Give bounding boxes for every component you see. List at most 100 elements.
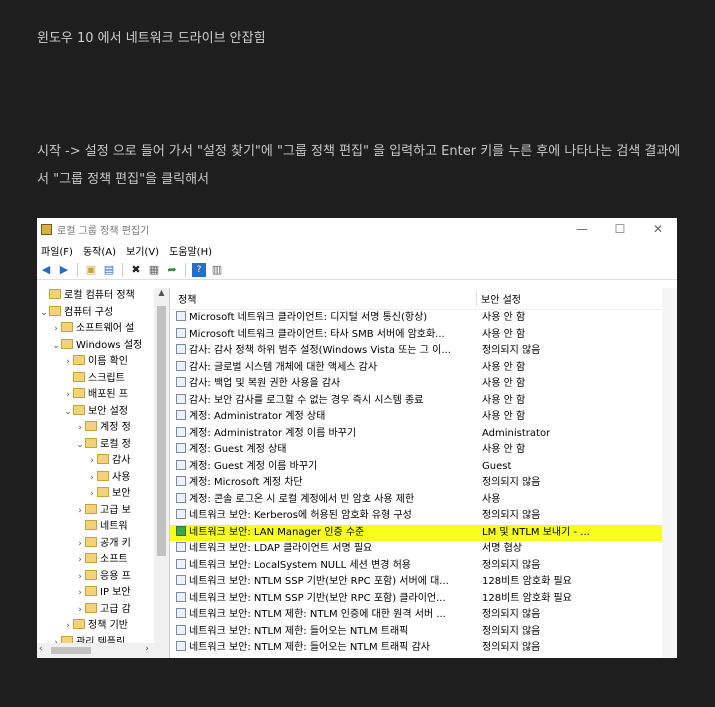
scroll-up-icon[interactable]: ▲ — [154, 288, 169, 302]
tree-horizontal-scrollbar[interactable]: ‹ › — [37, 643, 169, 658]
tree-item[interactable]: › 소프트웨어 설 — [37, 321, 169, 338]
policy-row[interactable]: 네트워크 보안: LDAP 클라이언트 서명 필요 서명 협상 — [170, 541, 677, 558]
tree-item[interactable]: 네트워 — [37, 519, 169, 536]
security-setting-value: 사용 — [482, 493, 501, 505]
tree-vertical-scrollbar[interactable]: ▲ — [154, 288, 169, 643]
policy-name: 감사: 감사 정책 하위 범주 설정(Windows Vista 또는 그 이.… — [189, 345, 451, 356]
close-button[interactable]: ✕ — [639, 222, 677, 236]
policy-row[interactable]: 계정: Administrator 계정 상태 사용 안 함 — [170, 409, 677, 426]
security-setting-value: Guest — [482, 460, 512, 472]
menu-help[interactable]: 도움말(H) — [169, 243, 212, 258]
policy-icon — [176, 327, 186, 338]
tree-item[interactable]: ⌄ Windows 설정 — [37, 338, 169, 355]
menu-view[interactable]: 보기(V) — [126, 243, 159, 258]
policy-row[interactable]: 계정: Microsoft 계정 차단 정의되지 않음 — [170, 475, 677, 492]
policy-row[interactable]: 감사: 글로벌 시스템 개체에 대한 액세스 감사 사용 안 함 — [170, 360, 677, 377]
policy-row[interactable]: 계정: Guest 계정 상태 사용 안 함 — [170, 442, 677, 459]
list-vertical-scrollbar[interactable] — [662, 288, 677, 658]
export-icon[interactable]: ➦ — [165, 263, 179, 277]
tree-item[interactable]: › 이름 확인 — [37, 354, 169, 371]
policy-row[interactable]: 네트워크 보안: NTLM SSP 기반(보안 RPC 포함) 서버에 대...… — [170, 574, 677, 591]
tree-item[interactable]: › 공개 키 — [37, 536, 169, 553]
tree-scroll-thumb[interactable] — [157, 306, 166, 556]
tree-expander-icon[interactable]: › — [75, 585, 85, 602]
tree-item[interactable]: › 감사 — [37, 453, 169, 470]
column-header-policy[interactable]: ^ 정책 — [170, 291, 476, 306]
policy-row[interactable]: 네트워크 보안: NTLM 제한: 들어오는 NTLM 트래픽 감사 정의되지 않… — [170, 640, 677, 657]
policy-row[interactable]: 감사: 백업 및 복원 권한 사용을 감사 사용 안 함 — [170, 376, 677, 393]
tree-expander-icon[interactable]: › — [75, 602, 85, 619]
folder-icon — [49, 305, 61, 316]
tree-item[interactable]: › 소프트 — [37, 552, 169, 569]
minimize-button[interactable]: — — [563, 222, 601, 236]
tree-item[interactable]: › IP 보안 — [37, 585, 169, 602]
tree-expander-icon[interactable]: › — [87, 486, 97, 503]
tree-expander-icon[interactable]: › — [75, 503, 85, 520]
menu-file[interactable]: 파일(F) — [41, 243, 73, 258]
tree-expander-icon[interactable]: ⌄ — [63, 404, 73, 421]
column-header-setting[interactable]: 보안 설정 — [476, 291, 521, 306]
properties-icon[interactable]: ▦ — [147, 263, 161, 277]
policy-row[interactable]: 계정: Guest 계정 이름 바꾸기 Guest — [170, 459, 677, 476]
tree-item[interactable]: › 고급 보 — [37, 503, 169, 520]
menu-action[interactable]: 동작(A) — [83, 243, 116, 258]
tree-item[interactable]: 스크립트 — [37, 371, 169, 388]
policy-row[interactable]: Microsoft 네트워크 클라이언트: 타사 SMB 서버에 암호화... 사… — [170, 327, 677, 344]
tree-expander-icon[interactable]: › — [51, 321, 61, 338]
tree-expander-icon[interactable]: ⌄ — [51, 338, 61, 355]
tree-expander-icon[interactable]: › — [63, 618, 73, 635]
scroll-right-icon[interactable]: › — [145, 644, 149, 654]
policy-row[interactable]: 네트워크 보안: NTLM SSP 기반(보안 RPC 포함) 클라이언... 1… — [170, 591, 677, 608]
tree-item[interactable]: › 사용 — [37, 470, 169, 487]
help-icon[interactable]: ? — [192, 262, 206, 277]
tree-expander-icon[interactable]: › — [75, 420, 85, 437]
folder-up-icon[interactable]: ▣ — [84, 263, 98, 277]
delete-icon[interactable]: ✖ — [129, 263, 143, 277]
tree-hscroll-thumb[interactable] — [51, 647, 91, 654]
tree-item[interactable]: 로컬 컴퓨터 정책 — [37, 288, 169, 305]
tree-item[interactable]: › 보안 — [37, 486, 169, 503]
tree-expander-icon[interactable]: ⌄ — [75, 437, 85, 454]
policy-row-highlighted[interactable]: 네트워크 보안: LAN Manager 인증 수준 LM 및 NTLM 보내기 … — [170, 524, 677, 541]
tree-item[interactable]: ⌄ 보안 설정 — [37, 404, 169, 421]
back-arrow-icon[interactable]: ◀ — [39, 263, 53, 277]
policy-icon — [176, 377, 186, 387]
policy-row[interactable]: 감사: 감사 정책 하위 범주 설정(Windows Vista 또는 그 이.… — [170, 343, 677, 360]
policy-row[interactable]: Microsoft 네트워크 클라이언트: 디지털 서명 통신(항상) 사용 안 … — [170, 310, 677, 327]
policy-row[interactable]: 네트워크 보안: LocalSystem NULL 세션 변경 허용 정의되지 않… — [170, 558, 677, 575]
tree-item[interactable]: › 정책 기반 — [37, 618, 169, 635]
tree-expander-icon[interactable]: › — [63, 387, 73, 404]
tree-item[interactable]: › 응용 프 — [37, 569, 169, 586]
policy-icon — [176, 360, 186, 371]
tree-expander-icon[interactable]: › — [87, 470, 97, 487]
tree-expander-icon[interactable]: ⌄ — [39, 305, 49, 322]
tree-item-label: IP 보안 — [100, 587, 131, 598]
tree-expander-icon[interactable]: › — [63, 354, 73, 371]
tree-item[interactable]: ⌄ 컴퓨터 구성 — [37, 305, 169, 322]
tree-expander-icon[interactable]: › — [75, 536, 85, 553]
tree-item[interactable]: › 계정 정 — [37, 420, 169, 437]
policy-name: 네트워크 보안: LocalSystem NULL 세션 변경 허용 — [189, 559, 411, 571]
policy-icon — [176, 443, 186, 453]
policy-row[interactable]: 네트워크 보안: NTLM 제한: 들어오는 NTLM 트래픽 정의되지 않음 — [170, 624, 677, 641]
security-setting-value: 정의되지 않음 — [482, 477, 541, 488]
tree-item[interactable]: › 배포된 프 — [37, 387, 169, 404]
tree-expander-icon[interactable]: › — [75, 569, 85, 586]
show-hide-tree-icon[interactable]: ▤ — [102, 263, 116, 277]
policy-row[interactable]: 네트워크 보안: Kerberos에 허용된 암호화 유형 구성 정의되지 않음 — [170, 508, 677, 525]
scroll-left-icon[interactable]: ‹ — [39, 644, 43, 654]
tree-expander-icon[interactable]: › — [87, 453, 97, 470]
policy-name: Microsoft 네트워크 클라이언트: 타사 SMB 서버에 암호화... — [189, 328, 445, 340]
policy-row[interactable]: 계정: Administrator 계정 이름 바꾸기 Administrator — [170, 426, 677, 443]
tree-expander-icon[interactable]: › — [75, 552, 85, 569]
tree-item[interactable]: › 고급 감 — [37, 602, 169, 619]
policy-row[interactable]: 계정: 콘솔 로그온 시 로컬 계정에서 빈 암호 사용 제한 사용 — [170, 492, 677, 509]
policy-name-cell: 네트워크 보안: NTLM 제한: NTLM 인증에 대한 원격 서버 ... — [170, 607, 476, 624]
policy-name: 계정: Microsoft 계정 차단 — [189, 477, 303, 488]
maximize-button[interactable]: ☐ — [601, 222, 639, 236]
policy-row[interactable]: 네트워크 보안: NTLM 제한: NTLM 인증에 대한 원격 서버 ... 정… — [170, 607, 677, 624]
policy-row[interactable]: 감사: 보안 감사를 로그할 수 없는 경우 즉시 시스템 종료 사용 안 함 — [170, 393, 677, 410]
tree-item[interactable]: ⌄ 로컬 정 — [37, 437, 169, 454]
forward-arrow-icon[interactable]: ▶ — [57, 263, 71, 277]
view-icon[interactable]: ▥ — [210, 263, 224, 277]
